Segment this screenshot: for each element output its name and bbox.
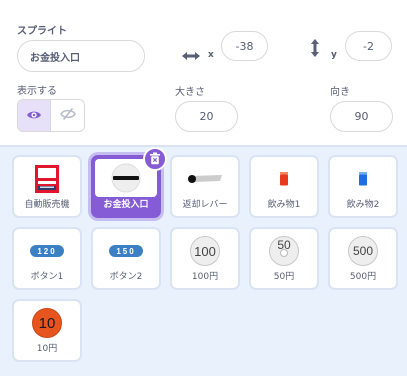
sprite-name: 返却レバー: [182, 200, 228, 210]
thumb-label: 150: [109, 245, 143, 257]
y-position-icon: [309, 38, 321, 62]
visibility-toggle: [17, 99, 85, 132]
sprite-name: 10円: [36, 344, 58, 354]
sprite-label: スプライト: [17, 26, 67, 37]
button-120-icon: 120: [14, 231, 80, 271]
sprite-tile-coin-slot[interactable]: お金投入口: [91, 147, 167, 218]
button-150-icon: 150: [93, 231, 159, 271]
sprite-name: 飲み物1: [267, 200, 301, 210]
sprite-info-panel: スプライト お金投入口 x -38 y -2 表示する 大きさ 20 向き 90: [0, 0, 407, 146]
eye-icon: [26, 106, 42, 125]
trash-icon: [149, 150, 161, 169]
return-lever-icon: [172, 159, 238, 199]
blue-drink-icon: [330, 159, 396, 199]
coin-50-icon: 50: [251, 231, 317, 271]
thumb-label: 120: [30, 245, 64, 257]
sprite-tile-coin-100[interactable]: 100 100円: [170, 227, 240, 290]
coin-500-icon: 500: [330, 231, 396, 271]
coin-label: 500: [348, 236, 378, 266]
sprite-tile-coin-500[interactable]: 500 500円: [328, 227, 398, 290]
sprite-name: 自動販売機: [24, 200, 70, 210]
size-label: 大きさ: [175, 87, 205, 98]
sprite-name: 500円: [349, 272, 377, 282]
x-label: x: [208, 50, 214, 60]
red-drink-icon: [251, 159, 317, 199]
y-input[interactable]: -2: [345, 31, 392, 61]
delete-sprite-button[interactable]: [143, 147, 167, 171]
sprite-name: お金投入口: [103, 200, 149, 210]
coin-label: 10: [32, 308, 62, 338]
sprite-tile-drink-1[interactable]: 飲み物1: [249, 155, 319, 218]
show-label: 表示する: [17, 86, 57, 97]
direction-input[interactable]: 90: [330, 101, 393, 132]
sprite-name: 飲み物2: [346, 200, 380, 210]
sprite-name: 100円: [191, 272, 219, 282]
sprite-tile-button-2[interactable]: 150 ボタン2: [91, 227, 161, 290]
direction-label: 向き: [330, 87, 350, 98]
size-input[interactable]: 20: [175, 101, 238, 132]
show-button[interactable]: [18, 100, 52, 131]
eye-slash-icon: [59, 106, 76, 125]
hide-button[interactable]: [51, 100, 84, 131]
coin-10-icon: 10: [14, 303, 80, 343]
sprite-tile-button-1[interactable]: 120 ボタン1: [12, 227, 82, 290]
y-label: y: [331, 50, 337, 60]
coin-100-icon: 100: [172, 231, 238, 271]
x-position-icon: [181, 48, 201, 67]
x-input[interactable]: -38: [221, 31, 268, 61]
vending-machine-icon: [14, 159, 80, 199]
sprite-tile-vending-machine[interactable]: 自動販売機: [12, 155, 82, 218]
coin-label: 100: [190, 236, 220, 266]
sprite-name: ボタン1: [30, 272, 64, 282]
sprite-tile-coin-10[interactable]: 10 10円: [12, 299, 82, 362]
sprite-tile-return-lever[interactable]: 返却レバー: [170, 155, 240, 218]
sprite-tile-coin-50[interactable]: 50 50円: [249, 227, 319, 290]
sprite-name-input[interactable]: お金投入口: [17, 40, 145, 72]
sprite-name: 50円: [273, 272, 295, 282]
sprite-tile-drink-2[interactable]: 飲み物2: [328, 155, 398, 218]
sprite-name: ボタン2: [109, 272, 143, 282]
sprite-list: 自動販売機 お金投入口 返却レバー 飲み物1 飲み物2 120 ボタン1 150…: [0, 146, 407, 376]
